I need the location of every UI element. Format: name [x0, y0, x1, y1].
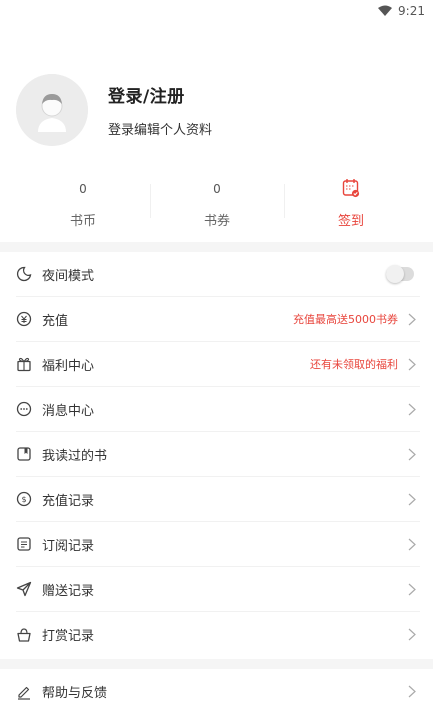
- chevron-right-icon: [408, 583, 416, 595]
- coin-icon: [16, 311, 32, 327]
- calendar-check-icon: [342, 179, 360, 198]
- menu-item-gift-records[interactable]: 赠送记录: [16, 567, 420, 612]
- menu-item-books-read[interactable]: 我读过的书: [16, 432, 420, 477]
- check-in-label: 签到: [337, 214, 364, 229]
- profile-header[interactable]: 登录/注册 登录编辑个人资料: [16, 70, 416, 150]
- stat-book-coins[interactable]: 0 书币: [16, 172, 150, 232]
- chevron-right-icon: [408, 493, 416, 505]
- menu-item-label: 打赏记录: [42, 629, 95, 644]
- avatar[interactable]: [16, 74, 88, 146]
- avatar-placeholder-icon: [16, 74, 88, 146]
- login-subtitle: 登录编辑个人资料: [108, 123, 213, 138]
- moon-icon: [16, 266, 32, 282]
- send-icon: [16, 581, 32, 597]
- menu-item-label: 赠送记录: [42, 583, 95, 599]
- menu-item-subscription-records[interactable]: 订阅记录: [16, 522, 420, 567]
- edit-icon: [16, 684, 32, 700]
- status-time: 9:21: [398, 4, 425, 18]
- menu-item-label: 充值记录: [42, 493, 95, 509]
- menu-item-recharge-records[interactable]: $ 充值记录: [16, 477, 420, 522]
- menu-item-label: 消息中心: [42, 403, 95, 419]
- menu-item-recharge[interactable]: 充值 充值最高送5000书券: [16, 297, 420, 342]
- section-divider: [0, 242, 433, 252]
- status-right: 9:21: [378, 4, 425, 18]
- menu-item-label: 夜间模式: [42, 268, 95, 284]
- welfare-unclaimed-note: 还有未领取的福利: [310, 358, 398, 371]
- message-icon: [16, 401, 32, 417]
- recharge-promo-note: 充值最高送5000书券: [293, 313, 398, 326]
- stat-book-coins-label: 书币: [69, 214, 96, 229]
- menu-item-welfare-center[interactable]: 福利中心 还有未领取的福利: [16, 342, 420, 387]
- chevron-right-icon: [408, 628, 416, 641]
- menu-item-label: 帮助与反馈: [42, 686, 108, 701]
- section-divider: [0, 659, 433, 669]
- list-icon: [16, 536, 32, 552]
- menu-item-label: 我读过的书: [42, 448, 108, 464]
- menu-item-night-mode[interactable]: 夜间模式: [16, 252, 420, 297]
- dollar-icon: $: [16, 491, 32, 507]
- stat-book-vouchers-label: 书券: [203, 214, 230, 229]
- menu-item-tip-records[interactable]: 打赏记录: [16, 612, 420, 657]
- menu-item-label: 订阅记录: [42, 538, 95, 554]
- bookmark-icon: [16, 446, 32, 462]
- svg-text:$: $: [21, 495, 26, 504]
- night-mode-toggle[interactable]: [386, 265, 414, 283]
- login-register-title[interactable]: 登录/注册: [108, 82, 212, 107]
- stat-book-vouchers-value: 0: [213, 182, 221, 196]
- basket-icon: [16, 627, 32, 643]
- profile-text[interactable]: 登录/注册 登录编辑个人资料: [108, 82, 212, 138]
- chevron-right-icon: [408, 403, 416, 415]
- chevron-right-icon: [408, 358, 416, 370]
- menu-item-help-feedback[interactable]: 帮助与反馈: [16, 669, 420, 714]
- menu-list-main: 夜间模式 充值 充值最高送5000书券 福利中心 还有未领取的福利 消息中心 我…: [16, 252, 420, 657]
- stat-book-vouchers[interactable]: 0 书券: [150, 172, 284, 232]
- check-in-button[interactable]: 签到: [284, 172, 418, 232]
- wifi-icon: [378, 5, 393, 16]
- gift-icon: [16, 356, 32, 372]
- chevron-right-icon: [408, 313, 416, 325]
- chevron-right-icon: [408, 538, 416, 550]
- menu-item-label: 充值: [42, 313, 69, 329]
- menu-item-label: 福利中心: [42, 358, 95, 374]
- chevron-right-icon: [408, 448, 416, 460]
- stat-book-coins-value: 0: [79, 182, 87, 196]
- menu-item-message-center[interactable]: 消息中心: [16, 387, 420, 432]
- menu-list-support: 帮助与反馈: [16, 669, 420, 714]
- status-bar: 9:21: [0, 0, 433, 26]
- stats-row: 0 书币 0 书券 签到: [16, 172, 418, 232]
- chevron-right-icon: [408, 685, 416, 698]
- toggle-knob: [386, 265, 404, 283]
